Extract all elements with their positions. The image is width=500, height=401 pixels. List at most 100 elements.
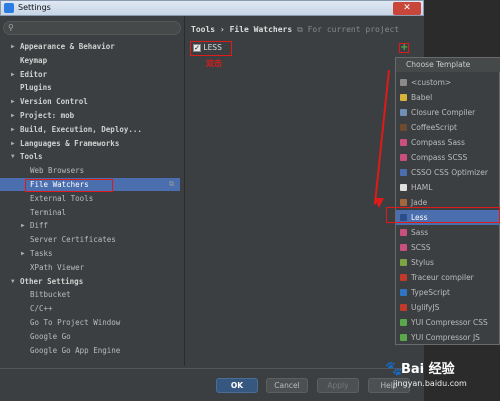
collapsed-arrow-icon[interactable]: ▶ [11, 137, 19, 150]
tree-item[interactable]: Bitbucket [0, 288, 180, 301]
tree-item[interactable]: Google Go App Engine [0, 344, 180, 357]
template-item[interactable]: Traceur compiler [396, 270, 500, 285]
tree-item-label: Editor [20, 69, 48, 79]
template-item[interactable]: UglifyJS [396, 300, 500, 315]
template-label: Sass [411, 228, 429, 237]
popup-header: Choose Template [396, 58, 500, 72]
template-item[interactable]: <custom> [396, 75, 500, 90]
template-icon [400, 199, 407, 206]
template-item[interactable]: HAML [396, 180, 500, 195]
template-label: Stylus [411, 258, 434, 267]
panel-divider[interactable] [184, 16, 185, 366]
tree-item[interactable]: ▶ Languages & Frameworks [0, 137, 180, 150]
tree-item[interactable]: External Tools [0, 192, 180, 205]
collapsed-arrow-icon[interactable]: ▶ [11, 109, 19, 122]
template-item[interactable]: YUI Compressor CSS [396, 315, 500, 330]
watermark-url: jingyan.baidu.com [393, 379, 467, 388]
tree-item[interactable]: Keymap [0, 54, 180, 67]
template-item[interactable]: Compass SCSS [396, 150, 500, 165]
apply-button[interactable]: Apply [317, 378, 359, 393]
window-close-button[interactable]: ✕ [393, 2, 421, 15]
search-input[interactable] [18, 23, 178, 33]
template-icon [400, 244, 407, 251]
collapsed-arrow-icon[interactable]: ▶ [21, 219, 29, 232]
project-scope-label: For current project [307, 25, 400, 34]
tree-item-label: Tools [20, 152, 43, 162]
template-icon [400, 109, 407, 116]
expanded-arrow-icon[interactable]: ▼ [11, 275, 19, 288]
tree-item-label: Web Browsers [30, 166, 85, 176]
template-icon [400, 124, 407, 131]
breadcrumb: Tools › File Watchers ⧉ For current proj… [191, 25, 399, 35]
template-item[interactable]: Babel [396, 90, 500, 105]
tree-item[interactable]: ▶ Appearance & Behavior [0, 40, 180, 53]
tree-item[interactable]: ▶ Build, Execution, Deploy... [0, 123, 180, 136]
ok-button[interactable]: OK [216, 378, 258, 393]
template-item[interactable]: CSSO CSS Optimizer [396, 165, 500, 180]
collapsed-arrow-icon[interactable]: ▶ [11, 68, 19, 81]
tree-item-label: Google Go [30, 331, 71, 341]
tree-item-label: Plugins [20, 83, 52, 93]
watermark-brand: Bai 经验 [401, 362, 455, 377]
collapsed-arrow-icon[interactable]: ▶ [11, 123, 19, 136]
tree-item-label: Keymap [20, 55, 48, 65]
template-icon [400, 154, 407, 161]
tree-item[interactable]: ▶ Tasks [0, 247, 180, 260]
tree-item-label: Server Certificates [30, 235, 116, 245]
template-item[interactable]: CoffeeScript [396, 120, 500, 135]
collapsed-arrow-icon[interactable]: ▶ [11, 40, 19, 53]
template-item[interactable]: YUI Compressor JS [396, 330, 500, 345]
template-item[interactable]: TypeScript [396, 285, 500, 300]
tree-item[interactable]: ▶ Version Control [0, 95, 180, 108]
template-icon [400, 319, 407, 326]
tree-item-label: Bitbucket [30, 290, 71, 300]
tree-item[interactable]: XPath Viewer [0, 261, 180, 274]
collapsed-arrow-icon[interactable]: ▶ [11, 95, 19, 108]
expanded-arrow-icon[interactable]: ▼ [11, 150, 19, 163]
template-icon [400, 274, 407, 281]
template-label: Babel [411, 93, 433, 102]
collapsed-arrow-icon[interactable]: ▶ [21, 247, 29, 260]
template-icon [400, 259, 407, 266]
template-item[interactable]: Closure Compiler [396, 105, 500, 120]
tree-item-label: Project: mob [20, 111, 75, 120]
template-label: YUI Compressor JS [411, 333, 480, 342]
template-label: Compass SCSS [411, 153, 468, 162]
tree-item-label: Languages & Frameworks [20, 138, 120, 148]
app-icon [4, 3, 14, 13]
template-item[interactable]: Sass [396, 225, 500, 240]
tree-item[interactable]: ▶ Project: mob [0, 109, 180, 122]
tree-item[interactable]: Server Certificates [0, 233, 180, 246]
tree-item[interactable]: Go To Project Window [0, 316, 180, 329]
settings-search[interactable]: ⚲ [3, 21, 181, 35]
dialog-footer: OK Cancel Apply Help [0, 368, 424, 401]
tree-item[interactable]: Plugins [0, 81, 180, 94]
tree-item[interactable]: ▼ Other Settings [0, 275, 180, 288]
template-icon [400, 79, 407, 86]
template-label: CoffeeScript [411, 123, 457, 132]
template-label: Compass Sass [411, 138, 465, 147]
template-icon [400, 334, 407, 341]
template-label: HAML [411, 183, 433, 192]
tree-item[interactable]: C/C++ [0, 302, 180, 315]
settings-dialog: ⚲ ▶ Appearance & Behavior Keymap ▶ Editor Plu… [0, 16, 424, 401]
project-scope-icon: ⧉ [297, 25, 303, 34]
tree-item[interactable]: ▶ Editor [0, 68, 180, 81]
add-watcher-button[interactable]: + [399, 43, 409, 53]
tree-item[interactable]: ▶ Diff [0, 219, 180, 232]
tree-item[interactable]: ▼ Tools [0, 150, 180, 163]
breadcrumb-parent: Tools [191, 25, 216, 34]
tree-item[interactable]: Google Go [0, 330, 180, 343]
tree-item-label: Tasks [30, 249, 53, 258]
tree-item[interactable]: Terminal [0, 206, 180, 219]
cancel-button[interactable]: Cancel [266, 378, 308, 393]
tree-item-label: Google Go App Engine [30, 345, 121, 355]
tree-item[interactable]: Web Browsers [0, 164, 180, 177]
breadcrumb-separator: › [219, 25, 225, 34]
template-item[interactable]: Stylus [396, 255, 500, 270]
annotation-box-less [190, 41, 232, 56]
template-item[interactable]: Compass Sass [396, 135, 500, 150]
template-item[interactable]: SCSS [396, 240, 500, 255]
tree-item-label: Other Settings [20, 276, 84, 286]
template-label: YUI Compressor CSS [411, 318, 488, 327]
